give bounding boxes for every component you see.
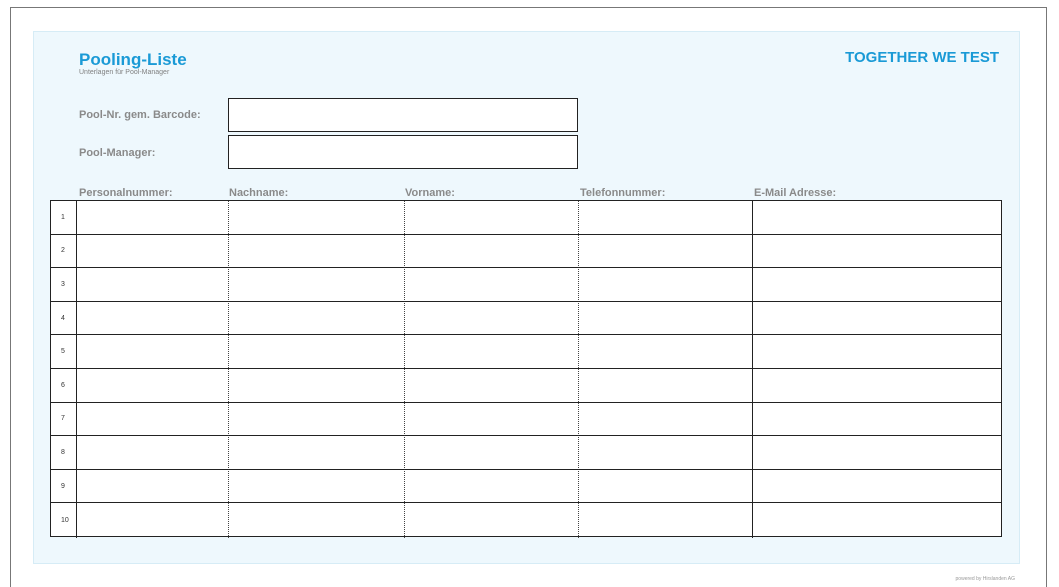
cell-telefonnummer[interactable] <box>579 503 752 537</box>
cell-email[interactable] <box>753 436 1001 469</box>
table-row: 3 <box>51 268 1001 302</box>
cell-email[interactable] <box>753 335 1001 368</box>
row-number: 7 <box>61 415 65 423</box>
row-number: 9 <box>61 482 65 490</box>
cell-vorname[interactable] <box>405 436 578 469</box>
cell-personalnummer[interactable] <box>77 470 228 503</box>
cell-nachname[interactable] <box>229 235 404 268</box>
row-number: 10 <box>61 516 69 524</box>
row-number: 6 <box>61 381 65 389</box>
cell-vorname[interactable] <box>405 302 578 335</box>
table-row: 4 <box>51 302 1001 336</box>
participants-table: 1 2 3 4 5 6 7 8 9 10 <box>50 200 1002 538</box>
cell-nachname[interactable] <box>229 503 404 537</box>
table-row: 2 <box>51 235 1001 269</box>
cell-vorname[interactable] <box>405 201 578 234</box>
table-row: 10 <box>51 503 1001 537</box>
column-header-nachname: Nachname: <box>229 187 289 199</box>
cell-email[interactable] <box>753 503 1001 537</box>
cell-personalnummer[interactable] <box>77 369 228 402</box>
cell-vorname[interactable] <box>405 335 578 368</box>
cell-nachname[interactable] <box>229 470 404 503</box>
cell-email[interactable] <box>753 235 1001 268</box>
cell-vorname[interactable] <box>405 403 578 436</box>
cell-vorname[interactable] <box>405 470 578 503</box>
cell-vorname[interactable] <box>405 268 578 301</box>
table-row: 7 <box>51 403 1001 437</box>
cell-personalnummer[interactable] <box>77 403 228 436</box>
column-header-email: E-Mail Adresse: <box>754 187 837 199</box>
row-number: 8 <box>61 448 65 456</box>
cell-telefonnummer[interactable] <box>579 201 752 234</box>
cell-telefonnummer[interactable] <box>579 403 752 436</box>
footer-credit: powered by Hirslanden AG <box>955 576 1015 582</box>
table-row: 6 <box>51 369 1001 403</box>
cell-telefonnummer[interactable] <box>579 470 752 503</box>
cell-nachname[interactable] <box>229 201 404 234</box>
cell-email[interactable] <box>753 268 1001 301</box>
row-number: 2 <box>61 247 65 255</box>
cell-telefonnummer[interactable] <box>579 235 752 268</box>
cell-personalnummer[interactable] <box>77 235 228 268</box>
table-row: 5 <box>51 335 1001 369</box>
cell-personalnummer[interactable] <box>77 201 228 234</box>
cell-nachname[interactable] <box>229 335 404 368</box>
cell-nachname[interactable] <box>229 436 404 469</box>
cell-telefonnummer[interactable] <box>579 335 752 368</box>
cell-email[interactable] <box>753 302 1001 335</box>
pool-manager-field[interactable] <box>228 135 578 169</box>
cell-email[interactable] <box>753 470 1001 503</box>
cell-personalnummer[interactable] <box>77 335 228 368</box>
cell-telefonnummer[interactable] <box>579 369 752 402</box>
cell-vorname[interactable] <box>405 369 578 402</box>
table-row: 1 <box>51 201 1001 235</box>
cell-vorname[interactable] <box>405 235 578 268</box>
cell-nachname[interactable] <box>229 302 404 335</box>
table-row: 9 <box>51 470 1001 504</box>
cell-telefonnummer[interactable] <box>579 436 752 469</box>
barcode-label: Pool-Nr. gem. Barcode: <box>79 109 201 121</box>
pool-manager-label: Pool-Manager: <box>79 147 156 159</box>
barcode-field[interactable] <box>228 98 578 132</box>
cell-email[interactable] <box>753 403 1001 436</box>
cell-personalnummer[interactable] <box>77 503 228 537</box>
cell-nachname[interactable] <box>229 369 404 402</box>
table-row: 8 <box>51 436 1001 470</box>
row-number: 1 <box>61 213 65 221</box>
cell-vorname[interactable] <box>405 503 578 537</box>
cell-email[interactable] <box>753 369 1001 402</box>
cell-telefonnummer[interactable] <box>579 268 752 301</box>
cell-nachname[interactable] <box>229 403 404 436</box>
column-header-personalnummer: Personalnummer: <box>79 187 173 199</box>
column-header-vorname: Vorname: <box>405 187 455 199</box>
column-header-telefonnummer: Telefonnummer: <box>580 187 666 199</box>
cell-personalnummer[interactable] <box>77 436 228 469</box>
brand-tagline: TOGETHER WE TEST <box>845 49 999 66</box>
cell-email[interactable] <box>753 201 1001 234</box>
cell-telefonnummer[interactable] <box>579 302 752 335</box>
row-number: 3 <box>61 280 65 288</box>
cell-nachname[interactable] <box>229 268 404 301</box>
page-title: Pooling-Liste <box>79 50 187 69</box>
row-number: 4 <box>61 314 65 322</box>
cell-personalnummer[interactable] <box>77 302 228 335</box>
page-subtitle: Unterlagen für Pool-Manager <box>79 69 170 76</box>
row-number: 5 <box>61 348 65 356</box>
cell-personalnummer[interactable] <box>77 268 228 301</box>
